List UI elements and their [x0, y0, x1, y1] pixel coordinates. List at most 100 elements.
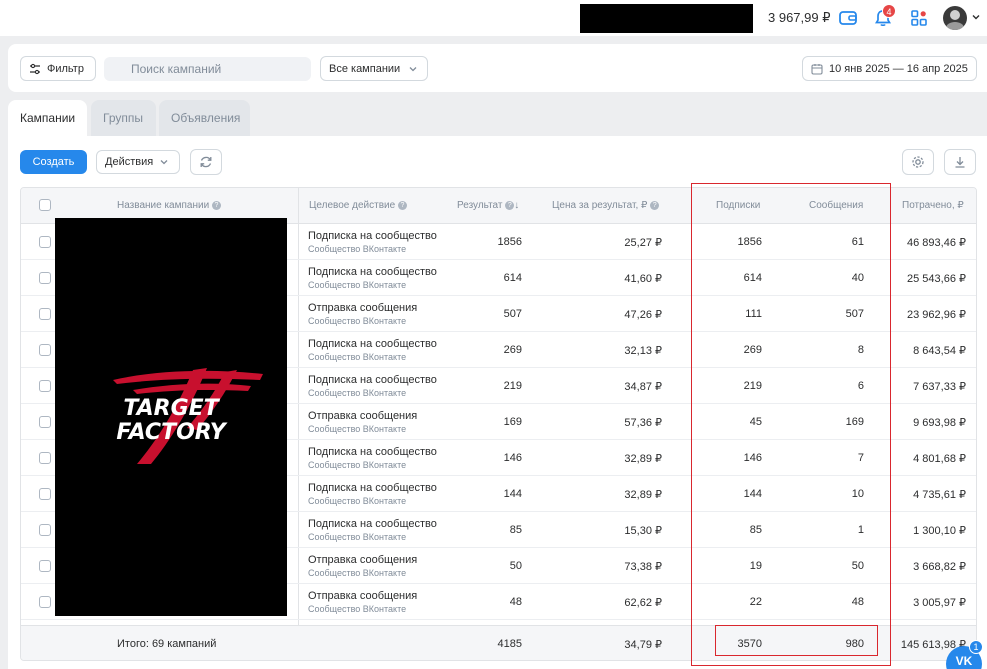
highlight-totals	[715, 625, 878, 656]
refresh-button[interactable]	[190, 149, 222, 175]
refresh-icon	[199, 155, 213, 169]
spent-value: 4 801,68 ₽	[913, 453, 966, 465]
sliders-icon	[29, 63, 41, 75]
result-value: 48	[509, 596, 522, 608]
header-target-action[interactable]: Целевое действие ?	[309, 200, 407, 211]
target-action: Подписка на сообщество	[308, 446, 437, 458]
apps-icon[interactable]	[909, 8, 929, 28]
row-checkbox[interactable]	[39, 524, 51, 536]
result-value: 614	[503, 272, 522, 284]
search-input[interactable]	[104, 57, 311, 81]
row-checkbox[interactable]	[39, 488, 51, 500]
logo-line-2: FACTORY	[116, 420, 226, 445]
row-checkbox[interactable]	[39, 596, 51, 608]
cost-value: 57,36 ₽	[624, 417, 662, 429]
row-checkbox[interactable]	[39, 236, 51, 248]
actions-label: Действия	[105, 156, 154, 168]
row-checkbox[interactable]	[39, 452, 51, 464]
date-range-value: 10 янв 2025 — 16 апр 2025	[829, 62, 968, 75]
cost-value: 34,87 ₽	[624, 381, 662, 393]
target-action-source: Сообщество ВКонтакте	[308, 388, 407, 398]
calendar-icon	[811, 63, 823, 75]
cost-value: 32,89 ₽	[624, 489, 662, 501]
target-action-source: Сообщество ВКонтакте	[308, 532, 407, 542]
cost-value: 62,62 ₽	[624, 597, 662, 609]
date-range-picker[interactable]: 10 янв 2025 — 16 апр 2025	[802, 56, 977, 81]
filter-button[interactable]: Фильтр	[20, 56, 96, 81]
spent-value: 9 693,98 ₽	[913, 417, 966, 429]
wallet-icon[interactable]	[838, 8, 858, 28]
spent-value: 3 668,82 ₽	[913, 561, 966, 573]
row-checkbox[interactable]	[39, 560, 51, 572]
target-action: Подписка на сообщество	[308, 230, 437, 242]
totals-cost: 34,79 ₽	[624, 639, 662, 651]
header-spent[interactable]: Потрачено, ₽	[902, 200, 964, 211]
target-action-source: Сообщество ВКонтакте	[308, 352, 407, 362]
cost-value: 25,27 ₽	[624, 237, 662, 249]
help-icon: ?	[505, 200, 515, 210]
row-checkbox[interactable]	[39, 272, 51, 284]
cost-value: 73,38 ₽	[624, 561, 662, 573]
target-action: Отправка сообщения	[308, 590, 418, 602]
gear-icon	[911, 155, 925, 169]
target-action-source: Сообщество ВКонтакте	[308, 604, 407, 614]
target-action-source: Сообщество ВКонтакте	[308, 244, 407, 254]
tab-campaigns[interactable]: Кампании	[8, 100, 87, 136]
actions-select[interactable]: Действия	[96, 150, 180, 174]
result-value: 269	[503, 344, 522, 356]
row-checkbox[interactable]	[39, 416, 51, 428]
help-icon: ?	[211, 200, 221, 210]
row-checkbox[interactable]	[39, 380, 51, 392]
help-icon: ?	[397, 200, 407, 210]
tab-groups[interactable]: Группы	[91, 100, 156, 136]
download-icon	[953, 155, 967, 169]
tab-ads[interactable]: Объявления	[159, 100, 250, 136]
redacted-campaign-names: TARGET FACTORY	[55, 218, 287, 616]
download-button[interactable]	[944, 149, 976, 175]
result-value: 507	[503, 308, 522, 320]
totals-label: Итого: 69 кампаний	[117, 638, 217, 650]
redacted-area	[580, 4, 753, 33]
cost-value: 15,30 ₽	[624, 525, 662, 537]
result-value: 144	[503, 488, 522, 500]
target-action: Подписка на сообщество	[308, 266, 437, 278]
row-checkbox[interactable]	[39, 308, 51, 320]
target-action: Подписка на сообщество	[308, 482, 437, 494]
campaigns-select[interactable]: Все кампании	[320, 56, 428, 81]
cost-value: 32,89 ₽	[624, 453, 662, 465]
sort-desc-icon: ↓	[514, 200, 520, 211]
target-action: Отправка сообщения	[308, 302, 418, 314]
cost-value: 41,60 ₽	[624, 273, 662, 285]
spent-value: 25 543,66 ₽	[907, 273, 966, 285]
vk-chat-badge: 1	[969, 640, 983, 654]
header-cost-per-result[interactable]: Цена за результат, ₽ ?	[552, 200, 660, 211]
result-value: 1856	[497, 236, 522, 248]
avatar[interactable]	[943, 6, 967, 30]
totals-result: 4185	[497, 638, 522, 650]
select-all-checkbox[interactable]	[39, 199, 51, 211]
result-value: 50	[509, 560, 522, 572]
result-value: 85	[509, 524, 522, 536]
target-action-source: Сообщество ВКонтакте	[308, 568, 407, 578]
filter-panel: Фильтр Все кампании 10 янв 2025 — 16 апр…	[8, 44, 987, 92]
spent-value: 8 643,54 ₽	[913, 345, 966, 357]
help-icon: ?	[650, 200, 660, 210]
spent-value: 23 962,96 ₽	[907, 309, 966, 321]
target-action: Подписка на сообщество	[308, 374, 437, 386]
header-result[interactable]: Результат ? ↓	[457, 200, 519, 211]
spent-value: 4 735,61 ₽	[913, 489, 966, 501]
settings-button[interactable]	[902, 149, 934, 175]
header-campaign-name[interactable]: Название кампании ?	[117, 200, 221, 211]
target-action: Подписка на сообщество	[308, 338, 437, 350]
logo-line-1: TARGET	[123, 396, 219, 421]
spent-value: 7 637,33 ₽	[913, 381, 966, 393]
target-action-source: Сообщество ВКонтакте	[308, 280, 407, 290]
spent-value: 1 300,10 ₽	[913, 525, 966, 537]
account-balance[interactable]: 3 967,99 ₽	[768, 10, 831, 26]
target-action: Отправка сообщения	[308, 554, 418, 566]
chevron-down-icon[interactable]	[971, 12, 981, 22]
spent-value: 3 005,97 ₽	[913, 597, 966, 609]
row-checkbox[interactable]	[39, 344, 51, 356]
create-button[interactable]: Создать	[20, 150, 87, 174]
result-value: 169	[503, 416, 522, 428]
